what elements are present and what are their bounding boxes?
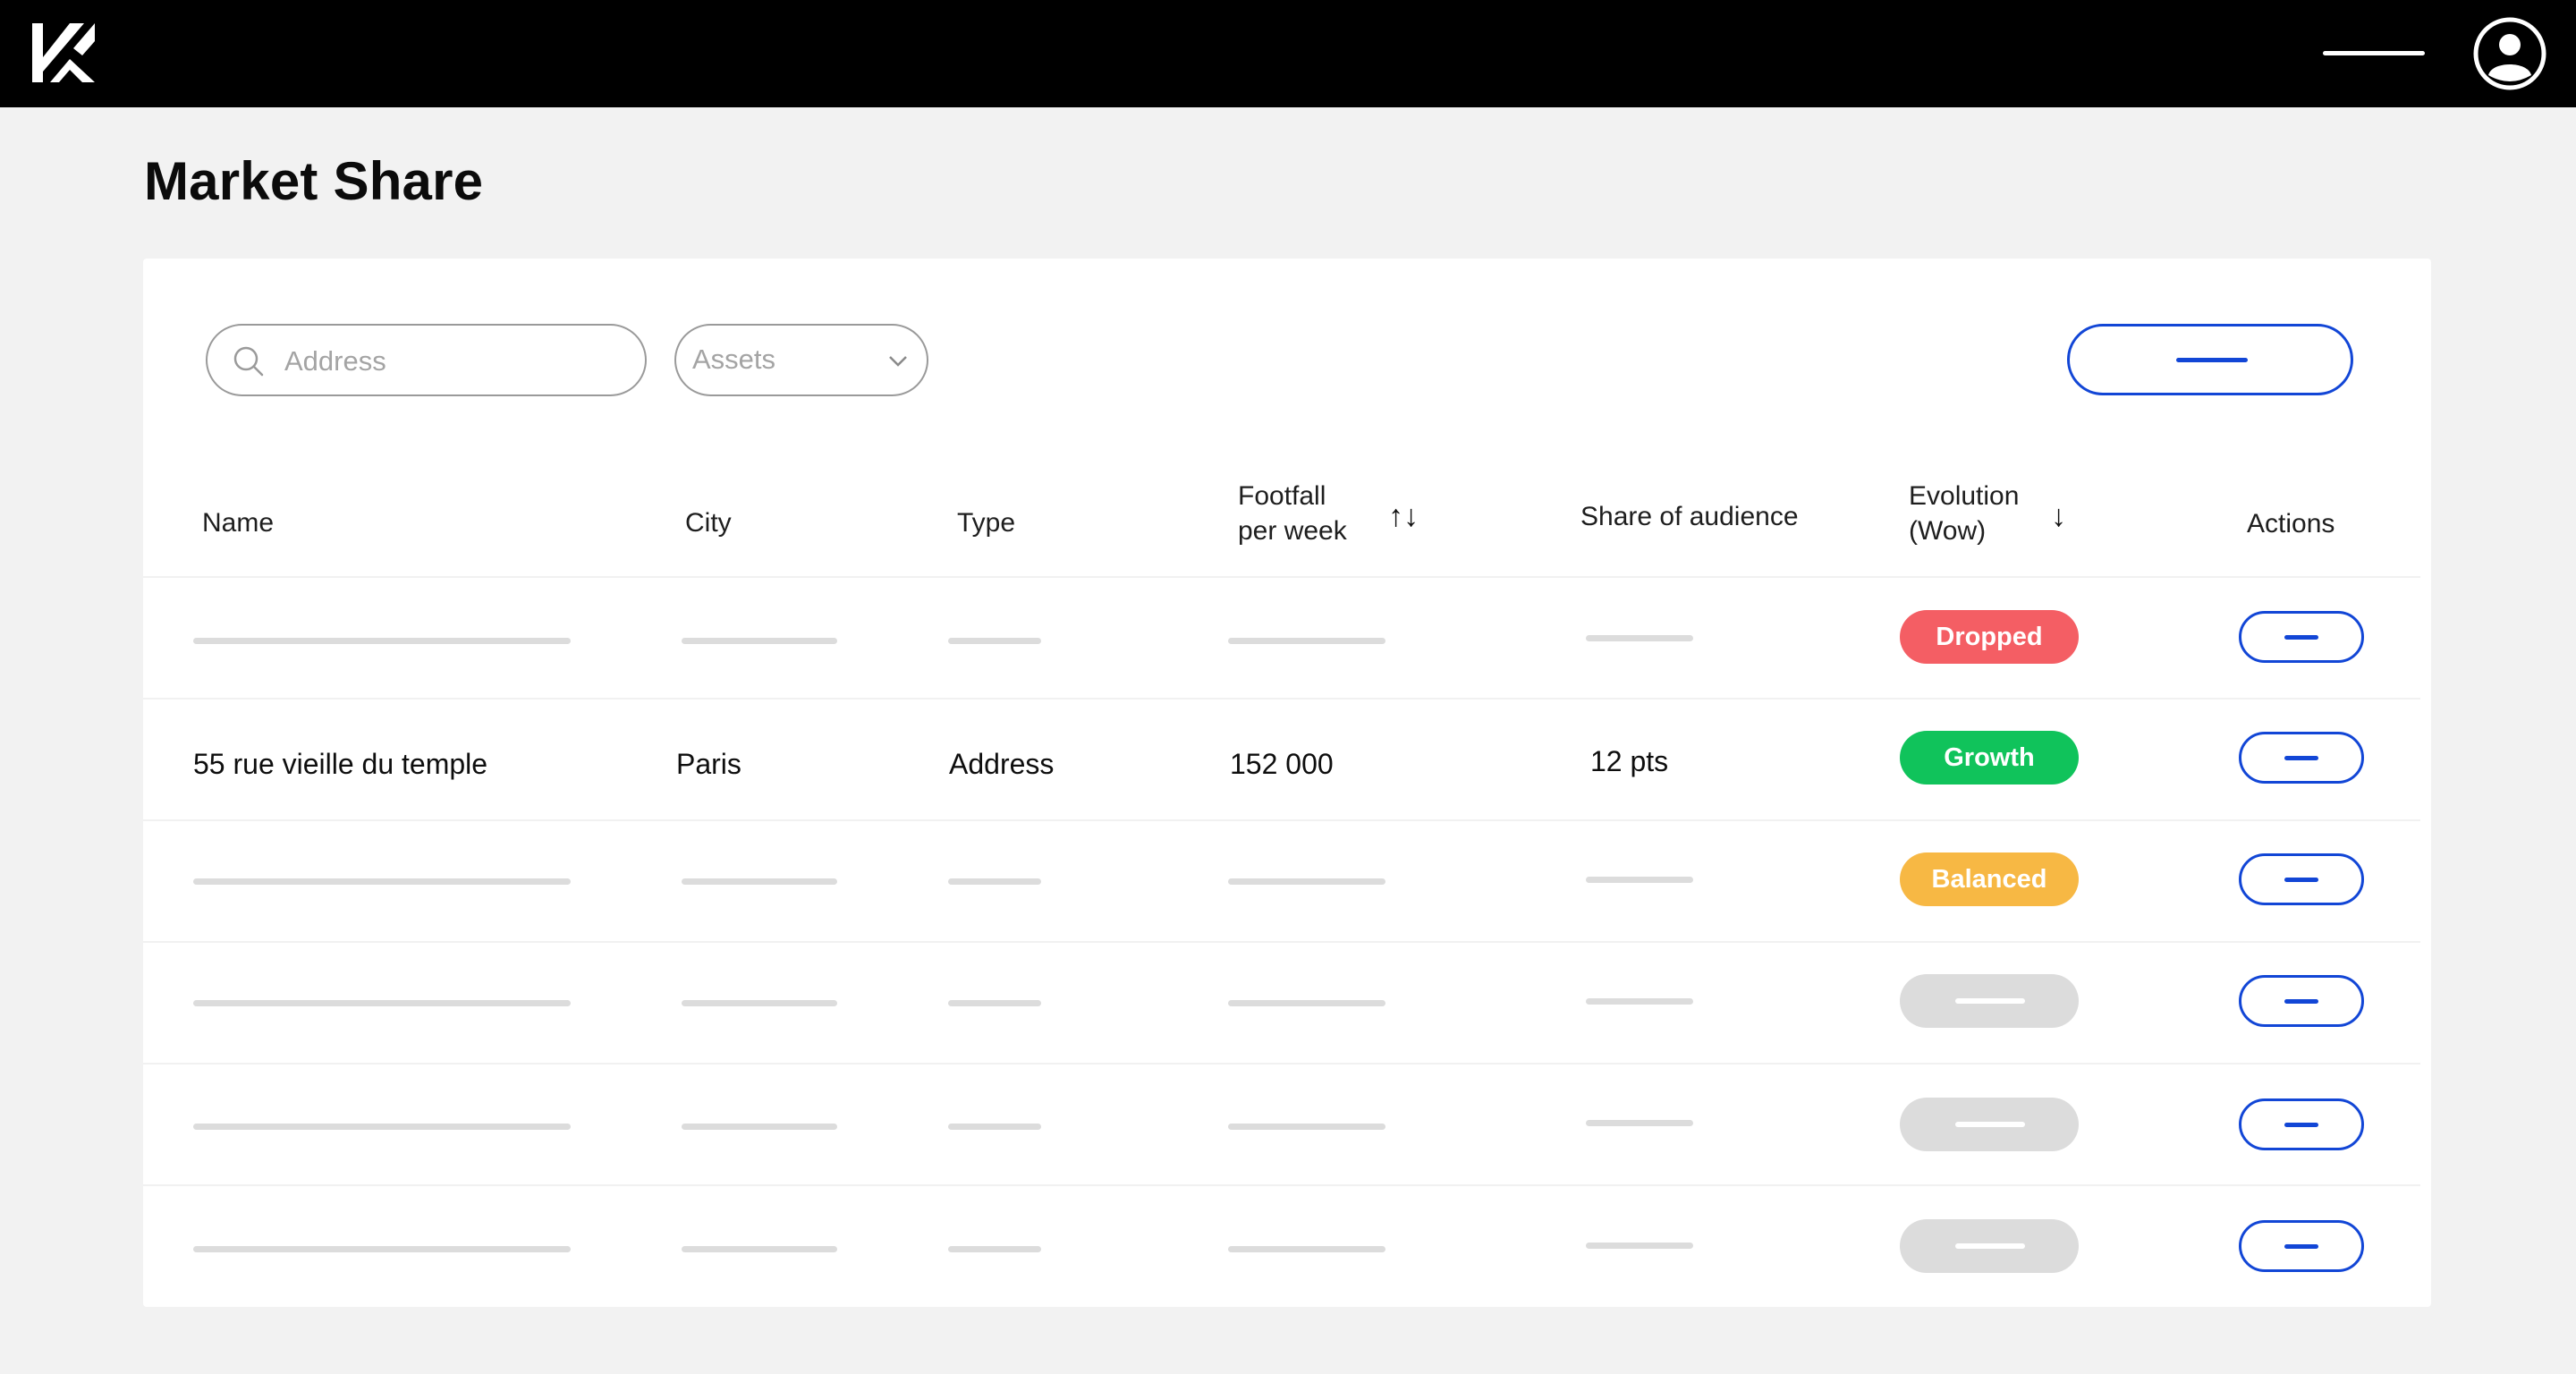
type-placeholder [948, 878, 1041, 885]
column-header-footfall-line2[interactable]: per week [1238, 514, 1347, 548]
status-label-placeholder [1955, 998, 2025, 1004]
type-placeholder [948, 638, 1041, 644]
row-action-button[interactable] [2239, 611, 2364, 663]
name-placeholder [193, 1246, 571, 1252]
user-avatar-icon[interactable] [2472, 16, 2547, 91]
share-placeholder [1586, 1120, 1693, 1126]
top-bar [0, 0, 2576, 107]
type-placeholder [948, 1246, 1041, 1252]
cell-footfall: 152 000 [1230, 748, 1334, 780]
footfall-sort-icon[interactable]: ↑↓ [1388, 499, 1419, 534]
page-title: Market Share [144, 151, 484, 211]
market-share-card: Assets Name City Type Footfall per week … [143, 259, 2431, 1307]
table-row[interactable] [143, 1184, 2420, 1308]
table-row[interactable]: 55 rue vieille du temple Paris Address 1… [143, 698, 2420, 821]
status-badge: Growth [1900, 731, 2079, 785]
assets-select[interactable]: Assets [674, 324, 928, 396]
column-header-name[interactable]: Name [202, 506, 274, 540]
search-icon [233, 346, 264, 377]
row-action-label-placeholder [2284, 1244, 2318, 1249]
status-badge: Dropped [1900, 610, 2079, 664]
column-header-type[interactable]: Type [957, 506, 1015, 540]
share-placeholder [1586, 877, 1693, 883]
status-badge-placeholder [1900, 1219, 2079, 1273]
evolution-sort-icon[interactable]: ↓ [2051, 499, 2066, 534]
brand-logo-icon[interactable] [32, 23, 95, 82]
row-action-button[interactable] [2239, 732, 2364, 784]
footfall-placeholder [1228, 1124, 1385, 1130]
row-action-button[interactable] [2239, 975, 2364, 1027]
table-row[interactable] [143, 941, 2420, 1064]
name-placeholder [193, 1124, 571, 1130]
address-search[interactable] [206, 324, 647, 396]
column-header-city[interactable]: City [685, 506, 732, 540]
row-action-label-placeholder [2284, 635, 2318, 640]
city-placeholder [682, 638, 837, 644]
column-header-actions: Actions [2247, 509, 2335, 539]
menu-line-icon[interactable] [2323, 51, 2425, 55]
assets-select-value: Assets [692, 344, 776, 375]
search-input[interactable] [283, 326, 635, 396]
primary-action-button[interactable] [2067, 324, 2353, 395]
row-action-label-placeholder [2284, 1123, 2318, 1127]
city-placeholder [682, 1000, 837, 1006]
share-placeholder [1586, 635, 1693, 641]
status-badge: Balanced [1900, 852, 2079, 906]
row-action-button[interactable] [2239, 853, 2364, 905]
share-placeholder [1586, 998, 1693, 1005]
column-header-evolution-line1[interactable]: Evolution [1909, 479, 2019, 513]
cell-city: Paris [676, 748, 741, 780]
footfall-placeholder [1228, 638, 1385, 644]
column-header-footfall-line1[interactable]: Footfall [1238, 479, 1326, 513]
footfall-placeholder [1228, 1246, 1385, 1252]
status-badge-placeholder [1900, 974, 2079, 1028]
column-header-evolution-line2[interactable]: (Wow) [1909, 514, 1986, 548]
name-placeholder [193, 878, 571, 885]
chevron-down-icon [889, 356, 907, 367]
column-header-share[interactable]: Share of audience [1580, 500, 1799, 534]
footfall-placeholder [1228, 1000, 1385, 1006]
type-placeholder [948, 1000, 1041, 1006]
table-row[interactable]: Dropped [143, 576, 2420, 700]
primary-action-label-placeholder [2176, 358, 2248, 362]
cell-share: 12 pts [1590, 745, 1669, 777]
cell-type: Address [949, 748, 1055, 780]
row-action-button[interactable] [2239, 1098, 2364, 1150]
status-label-placeholder [1955, 1243, 2025, 1249]
table-row[interactable]: Balanced [143, 819, 2420, 943]
city-placeholder [682, 878, 837, 885]
type-placeholder [948, 1124, 1041, 1130]
row-action-label-placeholder [2284, 756, 2318, 760]
status-badge-placeholder [1900, 1098, 2079, 1151]
status-label-placeholder [1955, 1122, 2025, 1127]
share-placeholder [1586, 1243, 1693, 1249]
row-action-label-placeholder [2284, 999, 2318, 1004]
row-action-button[interactable] [2239, 1220, 2364, 1272]
city-placeholder [682, 1246, 837, 1252]
cell-name: 55 rue vieille du temple [193, 748, 488, 780]
name-placeholder [193, 638, 571, 644]
footfall-placeholder [1228, 878, 1385, 885]
name-placeholder [193, 1000, 571, 1006]
row-action-label-placeholder [2284, 878, 2318, 882]
city-placeholder [682, 1124, 837, 1130]
table-row[interactable] [143, 1063, 2420, 1186]
